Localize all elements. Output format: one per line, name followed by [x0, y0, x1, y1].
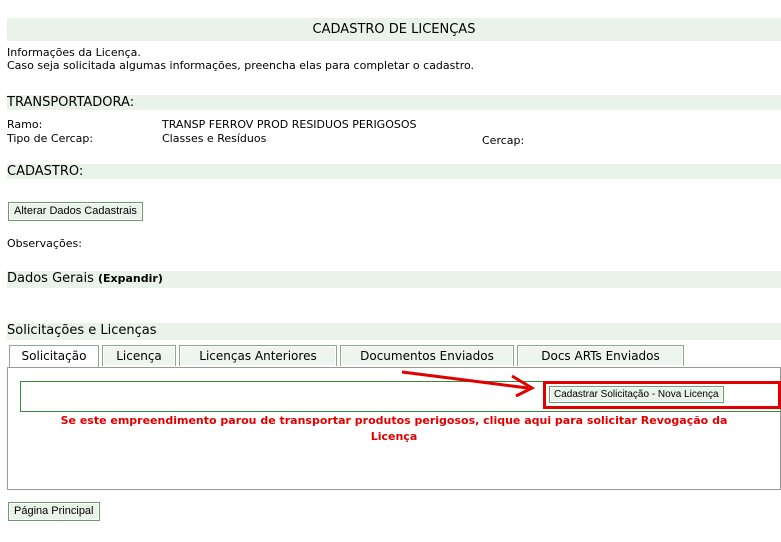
cadastro-heading: CADASTRO:	[7, 164, 84, 179]
tab-documentos-enviados[interactable]: Documentos Enviados	[340, 345, 514, 366]
page-title-band: CADASTRO DE LICENÇAS	[7, 18, 781, 41]
transportadora-header: TRANSPORTADORA:	[7, 95, 781, 110]
tab-licencas-anteriores[interactable]: Licenças Anteriores	[179, 345, 337, 366]
tipo-cercap-value: Classes e Resíduos	[162, 132, 267, 145]
ramo-value: TRANSP FERROV PROD RESIDUOS PERIGOSOS	[162, 118, 417, 131]
intro-line-2: Caso seja solicitada algumas informações…	[7, 59, 475, 72]
alterar-dados-button[interactable]: Alterar Dados Cadastrais	[8, 202, 143, 221]
ramo-label: Ramo:	[7, 118, 43, 131]
cercap-label: Cercap:	[482, 134, 525, 147]
cadastro-header: CADASTRO:	[7, 164, 781, 179]
observacoes-label: Observações:	[7, 237, 82, 250]
solicitacoes-header: Solicitações e Licenças	[7, 323, 781, 340]
pagina-principal-button[interactable]: Página Principal	[8, 502, 100, 521]
revogacao-warning-line-2[interactable]: Licença	[8, 430, 780, 443]
tab-docs-arts-enviados[interactable]: Docs ARTs Enviados	[517, 345, 684, 366]
page-title: CADASTRO DE LICENÇAS	[312, 22, 476, 37]
intro-line-1: Informações da Licença.	[7, 46, 141, 59]
tipo-cercap-label: Tipo de Cercap:	[7, 132, 94, 145]
red-arrow-icon	[401, 370, 536, 398]
dados-gerais-header: Dados Gerais (Expandir)	[7, 271, 781, 288]
solicitacoes-heading: Solicitações e Licenças	[7, 323, 157, 338]
cadastrar-solicitacao-button[interactable]: Cadastrar Solicitação - Nova Licença	[549, 386, 724, 403]
intro-text: Informações da Licença. Caso seja solici…	[7, 46, 474, 72]
expandir-link[interactable]: (Expandir)	[98, 272, 163, 285]
tab-licenca[interactable]: Licença	[102, 345, 176, 366]
tab-solicitacao[interactable]: Solicitação	[9, 345, 99, 368]
revogacao-warning-line-1[interactable]: Se este empreendimento parou de transpor…	[8, 414, 780, 427]
transportadora-heading: TRANSPORTADORA:	[7, 95, 135, 110]
dados-gerais-heading: Dados Gerais	[7, 271, 94, 286]
